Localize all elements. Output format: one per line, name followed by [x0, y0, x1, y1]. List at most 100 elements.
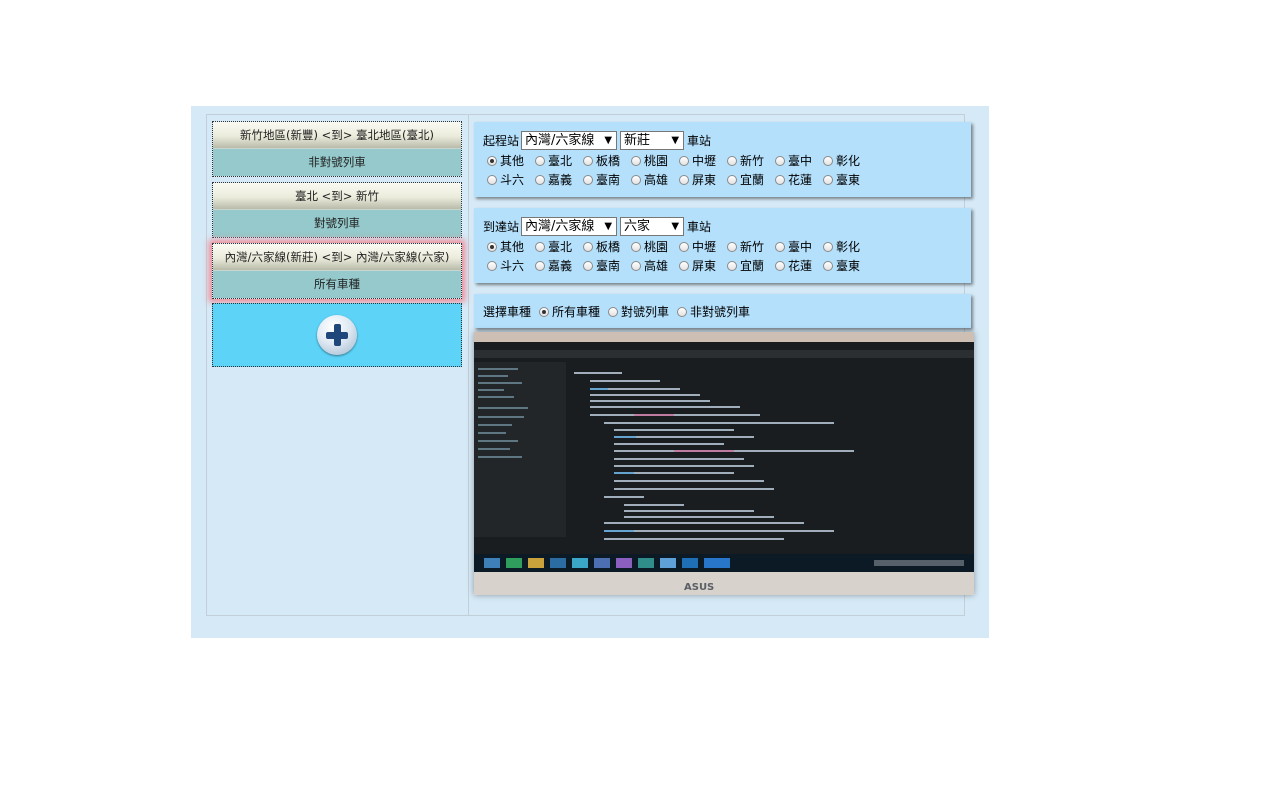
- app-container: 新竹地區(新豐) <到> 臺北地區(臺北) 非對號列車 臺北 <到> 新竹 對號…: [191, 106, 989, 638]
- arrival-station-select[interactable]: 六家 ▼: [620, 217, 685, 236]
- arrival-suffix: 車站: [687, 220, 712, 234]
- region-radio[interactable]: 桃園: [631, 238, 679, 255]
- region-radio[interactable]: 其他: [487, 238, 535, 255]
- radio-button[interactable]: [535, 174, 545, 185]
- arrival-line-select[interactable]: 內灣/六家線 ▼: [521, 217, 618, 236]
- radio-button[interactable]: [608, 306, 619, 317]
- region-radio[interactable]: 臺東: [823, 257, 871, 274]
- region-radio[interactable]: 屏東: [679, 171, 727, 188]
- region-radio[interactable]: 高雄: [631, 257, 679, 274]
- region-radio[interactable]: 臺中: [775, 238, 823, 255]
- region-radio[interactable]: 嘉義: [535, 171, 583, 188]
- radio-button[interactable]: [775, 241, 785, 252]
- radio-button[interactable]: [775, 260, 785, 271]
- region-radio[interactable]: 臺北: [535, 152, 583, 169]
- train-type-radio[interactable]: 對號列車: [608, 303, 669, 320]
- region-radio[interactable]: 其他: [487, 152, 535, 169]
- radio-button[interactable]: [535, 241, 545, 252]
- departure-line-select[interactable]: 內灣/六家線 ▼: [521, 131, 618, 150]
- region-radio[interactable]: 板橋: [583, 152, 631, 169]
- train-type-panel: 選擇車種 所有車種 對號列車 非對號列車: [474, 294, 971, 328]
- radio-button[interactable]: [631, 155, 641, 166]
- region-radio[interactable]: 斗六: [487, 257, 535, 274]
- route-card-train-type: 對號列車: [213, 209, 461, 237]
- radio-button[interactable]: [487, 241, 497, 252]
- code-monitor-photo: ASUS: [474, 332, 974, 595]
- region-radio[interactable]: 斗六: [487, 171, 535, 188]
- radio-button[interactable]: [823, 174, 833, 185]
- arrival-region-radios: 其他 臺北 板橋 桃園 中壢 新竹 臺中 彰化 斗六 嘉義 臺南 高雄 屏東 宜…: [487, 237, 871, 275]
- radio-button[interactable]: [535, 260, 545, 271]
- radio-button[interactable]: [823, 241, 833, 252]
- route-card[interactable]: 新竹地區(新豐) <到> 臺北地區(臺北) 非對號列車: [212, 121, 462, 177]
- train-type-label: 選擇車種: [483, 305, 532, 319]
- radio-button[interactable]: [631, 260, 641, 271]
- region-radio[interactable]: 臺中: [775, 152, 823, 169]
- train-type-radio[interactable]: 非對號列車: [677, 303, 750, 320]
- radio-button[interactable]: [775, 155, 785, 166]
- add-route-button[interactable]: [212, 303, 462, 367]
- radio-button[interactable]: [583, 241, 593, 252]
- region-radio[interactable]: 臺北: [535, 238, 583, 255]
- route-card[interactable]: 臺北 <到> 新竹 對號列車: [212, 182, 462, 238]
- region-radio[interactable]: 臺東: [823, 171, 871, 188]
- region-radio[interactable]: 桃園: [631, 152, 679, 169]
- route-list: 新竹地區(新豐) <到> 臺北地區(臺北) 非對號列車 臺北 <到> 新竹 對號…: [207, 115, 469, 615]
- radio-button[interactable]: [487, 174, 497, 185]
- radio-button[interactable]: [583, 155, 593, 166]
- region-radio[interactable]: 臺南: [583, 171, 631, 188]
- radio-button[interactable]: [679, 174, 689, 185]
- radio-button[interactable]: [679, 260, 689, 271]
- radio-button[interactable]: [727, 155, 737, 166]
- train-type-radio[interactable]: 所有車種: [539, 303, 600, 320]
- departure-label: 起程站: [483, 134, 520, 148]
- region-radio[interactable]: 新竹: [727, 238, 775, 255]
- radio-button[interactable]: [677, 306, 688, 317]
- radio-button[interactable]: [679, 241, 689, 252]
- radio-button[interactable]: [823, 260, 833, 271]
- dropdown-arrow-icon: ▼: [604, 135, 613, 146]
- radio-button[interactable]: [727, 241, 737, 252]
- radio-button[interactable]: [583, 174, 593, 185]
- region-radio[interactable]: 宜蘭: [727, 257, 775, 274]
- svg-text:ASUS: ASUS: [684, 582, 714, 593]
- region-radio[interactable]: 彰化: [823, 152, 871, 169]
- radio-button[interactable]: [535, 155, 545, 166]
- region-radio[interactable]: 中壢: [679, 238, 727, 255]
- region-radio[interactable]: 宜蘭: [727, 171, 775, 188]
- dropdown-arrow-icon: ▼: [671, 135, 680, 146]
- departure-region-radios: 其他 臺北 板橋 桃園 中壢 新竹 臺中 彰化 斗六 嘉義 臺南 高雄 屏東 宜…: [487, 151, 871, 189]
- radio-button[interactable]: [487, 260, 497, 271]
- radio-button[interactable]: [487, 155, 497, 166]
- departure-station-select[interactable]: 新莊 ▼: [620, 131, 685, 150]
- region-radio[interactable]: 屏東: [679, 257, 727, 274]
- route-card-train-type: 非對號列車: [213, 148, 461, 176]
- region-radio[interactable]: 中壢: [679, 152, 727, 169]
- radio-button[interactable]: [679, 155, 689, 166]
- region-radio[interactable]: 彰化: [823, 238, 871, 255]
- dropdown-arrow-icon: ▼: [604, 221, 613, 232]
- region-radio[interactable]: 高雄: [631, 171, 679, 188]
- region-radio[interactable]: 板橋: [583, 238, 631, 255]
- radio-button[interactable]: [583, 260, 593, 271]
- radio-button[interactable]: [631, 241, 641, 252]
- region-radio[interactable]: 臺南: [583, 257, 631, 274]
- region-radio[interactable]: 嘉義: [535, 257, 583, 274]
- radio-button[interactable]: [539, 306, 550, 317]
- region-radio[interactable]: 花蓮: [775, 171, 823, 188]
- radio-button[interactable]: [823, 155, 833, 166]
- region-radio[interactable]: 新竹: [727, 152, 775, 169]
- region-radio[interactable]: 花蓮: [775, 257, 823, 274]
- dropdown-arrow-icon: ▼: [671, 221, 680, 232]
- departure-suffix: 車站: [687, 134, 712, 148]
- plus-icon[interactable]: [317, 315, 357, 355]
- radio-button[interactable]: [775, 174, 785, 185]
- route-card-selected[interactable]: 內灣/六家線(新莊) <到> 內灣/六家線(六家) 所有車種: [212, 243, 462, 299]
- arrival-label: 到達站: [483, 220, 520, 234]
- radio-button[interactable]: [631, 174, 641, 185]
- radio-button[interactable]: [727, 260, 737, 271]
- arrival-panel: 到達站 內灣/六家線 ▼ 六家 ▼ 車站 其他 臺北 板橋 桃園 中壢 新竹 臺中 …: [474, 208, 971, 283]
- route-card-train-type: 所有車種: [213, 270, 461, 298]
- radio-button[interactable]: [727, 174, 737, 185]
- departure-panel: 起程站 內灣/六家線 ▼ 新莊 ▼ 車站 其他 臺北 板橋 桃園 中壢 新竹 臺中 …: [474, 122, 971, 197]
